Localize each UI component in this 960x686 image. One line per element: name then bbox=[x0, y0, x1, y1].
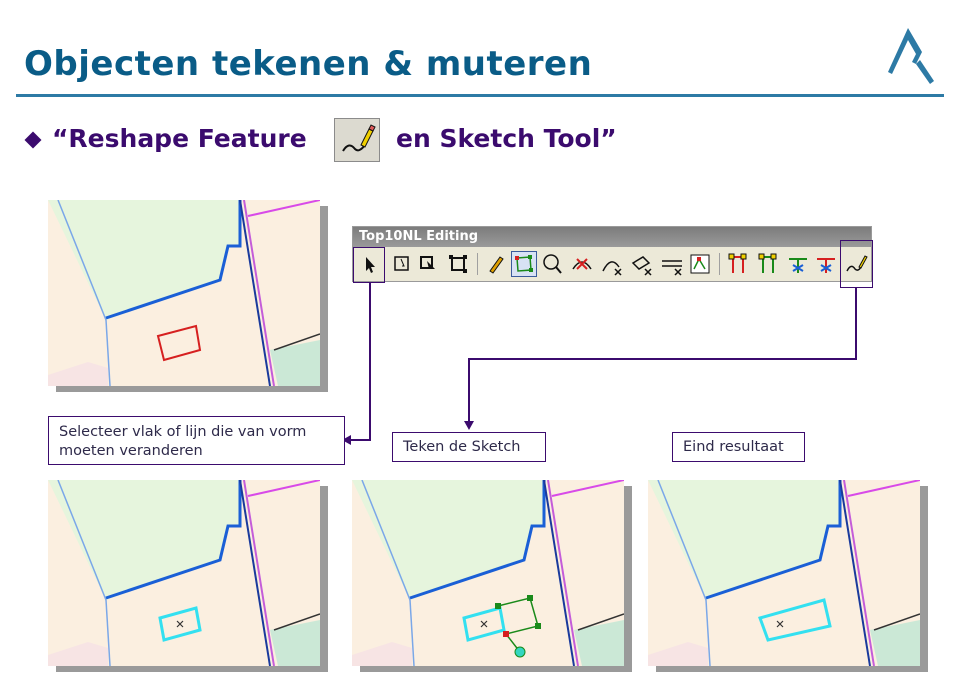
move-feature-icon[interactable] bbox=[415, 251, 441, 277]
arrowhead-icon bbox=[464, 421, 474, 430]
cut-line-icon[interactable] bbox=[659, 251, 685, 277]
subtitle-part1: “Reshape Feature bbox=[52, 124, 307, 153]
toolbar-title: Top10NL Editing bbox=[353, 227, 871, 247]
company-logo-icon bbox=[888, 28, 934, 84]
editing-toolbar: Top10NL Editing bbox=[352, 226, 872, 282]
arc-icon[interactable] bbox=[599, 251, 625, 277]
bullet-icon bbox=[24, 131, 42, 149]
selected-feature-map bbox=[48, 200, 320, 386]
pencil-icon[interactable] bbox=[483, 251, 509, 277]
toolbar-separator bbox=[477, 253, 478, 275]
union-icon[interactable] bbox=[755, 251, 781, 277]
title-divider bbox=[16, 94, 944, 97]
delete-line-icon[interactable] bbox=[569, 251, 595, 277]
edit-vertices-icon[interactable] bbox=[389, 251, 415, 277]
final-result-map bbox=[648, 480, 920, 666]
reshape-tool-highlight bbox=[840, 240, 873, 288]
lasso-select-icon[interactable] bbox=[539, 251, 565, 277]
subtitle-part2: en Sketch Tool” bbox=[396, 124, 617, 153]
reshape-feature-icon bbox=[334, 118, 380, 162]
connector-line bbox=[468, 358, 470, 422]
connector-line bbox=[855, 288, 857, 360]
result-note: Eind resultaat bbox=[672, 432, 805, 462]
selection-result-map bbox=[48, 480, 320, 666]
sketch-note: Teken de Sketch bbox=[392, 432, 546, 462]
sketch-polygon-icon[interactable] bbox=[511, 251, 537, 277]
split-polygon-icon[interactable] bbox=[785, 251, 811, 277]
merge-icon[interactable] bbox=[725, 251, 751, 277]
vertex-edit-icon[interactable] bbox=[687, 251, 713, 277]
select-note: Selecteer vlak of lijn die van vorm moet… bbox=[48, 416, 345, 465]
select-tool-highlight bbox=[353, 247, 385, 283]
connector-line bbox=[468, 358, 857, 360]
clip-icon[interactable] bbox=[813, 251, 839, 277]
transform-feature-icon[interactable] bbox=[445, 251, 471, 277]
split-feature-icon[interactable] bbox=[629, 251, 655, 277]
connector-line bbox=[369, 283, 371, 441]
slide-title: Objecten tekenen & muteren bbox=[24, 44, 593, 84]
sketch-map bbox=[352, 480, 624, 666]
toolbar-separator bbox=[719, 253, 720, 275]
